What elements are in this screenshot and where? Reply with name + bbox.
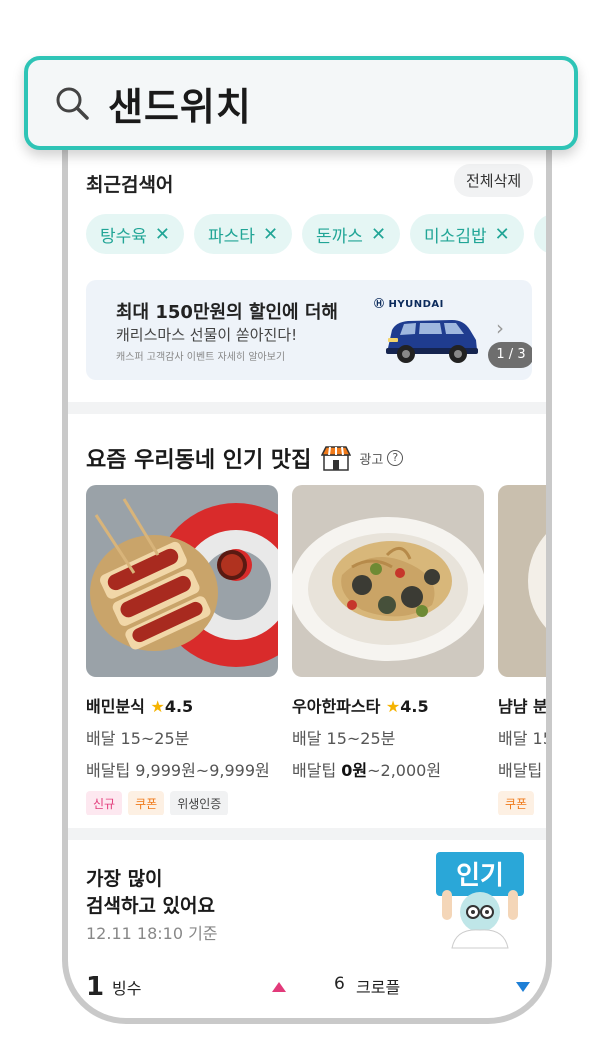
banner-page-indicator: 1 / 3 (488, 342, 532, 368)
rank-number: 6 (334, 974, 345, 994)
brand-logo: Ⓗ HYUNDAI (374, 299, 444, 310)
ad-label: 광고 (359, 452, 384, 468)
star-icon: ★ (150, 697, 165, 716)
badge-list: 신규 쿠폰 위생인증 (86, 791, 278, 815)
delivery-time: 배달 15~25분 (86, 729, 190, 748)
badge-hygiene: 위생인증 (170, 791, 229, 815)
screen: 최근검색어 전체삭제 탕수육✕ 파스타✕ 돈까스✕ 미소김밥✕ 마 최대 150… (68, 92, 546, 1018)
badge-new: 신규 (86, 791, 123, 815)
section-divider (68, 828, 546, 840)
delivery-time: 배달 15 (498, 729, 546, 748)
restaurant-image (292, 485, 484, 677)
section-divider (68, 402, 546, 414)
search-icon (56, 87, 89, 120)
badge-list: 쿠폰 (498, 791, 546, 815)
close-icon[interactable]: ✕ (495, 224, 510, 245)
delivery-tip: 배달팁 0원~2,000원 (292, 761, 442, 780)
rank-keyword[interactable]: 빙수 (112, 975, 141, 999)
restaurant-name: 냠냠 분 (498, 697, 546, 716)
svg-text:인기: 인기 (456, 861, 504, 891)
restaurant-card[interactable]: 우아한파스타 ★4.5 배달 15~25분 배달팁 0원~2,000원 (292, 485, 484, 781)
close-icon[interactable]: ✕ (371, 224, 386, 245)
recent-searches-title: 최근검색어 (86, 174, 174, 196)
phone-frame: 최근검색어 전체삭제 탕수육✕ 파스타✕ 돈까스✕ 미소김밥✕ 마 최대 150… (62, 92, 552, 1024)
recent-chip[interactable]: 파스타 ✕ (194, 214, 293, 254)
trending-timestamp: 12.11 18:10 기준 (86, 924, 218, 943)
recent-search-chips: 탕수육✕ 파스타✕ 돈까스✕ 미소김밥✕ 마 (86, 214, 546, 254)
rank-down-icon (516, 982, 530, 992)
restaurant-name: 배민분식 ★4.5 (86, 697, 194, 716)
rank-up-icon (272, 982, 286, 992)
delivery-time: 배달 15~25분 (292, 729, 396, 748)
restaurant-card[interactable]: 배민분식 ★4.5 배달 15~25분 배달팁 9,999원~9,999원 신규… (86, 485, 278, 815)
popular-mascot-illustration: 인기 (436, 852, 524, 949)
promo-banner[interactable]: 최대 150만원의 할인에 더해 캐리스마스 선물이 쏟아진다! 캐스퍼 고객감… (86, 280, 532, 380)
recent-chip[interactable]: 마 (533, 214, 546, 254)
delete-all-button[interactable]: 전체삭제 (454, 164, 534, 197)
restaurant-card[interactable]: 냠냠 분 배달 15 배달팁 쿠폰 (498, 485, 546, 815)
restaurant-name: 우아한파스타 ★4.5 (292, 697, 429, 716)
close-icon[interactable]: ✕ (155, 224, 170, 245)
rank-keyword[interactable]: 크로플 (356, 974, 400, 998)
restaurant-image (86, 485, 278, 677)
banner-title: 최대 150만원의 할인에 더해 (116, 302, 338, 323)
star-icon: ★ (385, 697, 401, 716)
store-icon (321, 446, 352, 471)
badge-coupon: 쿠폰 (498, 791, 535, 815)
restaurant-image (498, 485, 546, 677)
banner-note: 캐스퍼 고객감사 이벤트 자세히 알아보기 (116, 352, 286, 363)
banner-subtitle: 캐리스마스 선물이 쏟아진다! (116, 326, 298, 344)
chevron-right-icon[interactable]: › (496, 316, 504, 340)
delivery-tip: 배달팁 9,999원~9,999원 (86, 761, 270, 780)
trending-title: 가장 많이 검색하고 있어요 (86, 868, 215, 917)
recent-chip[interactable]: 탕수육 ✕ (86, 214, 185, 254)
delivery-tip: 배달팁 (498, 761, 543, 780)
badge-coupon: 쿠폰 (128, 791, 165, 815)
popular-section-title: 요즘 우리동네 인기 맛집 광고 ? (86, 442, 404, 474)
trending-rank-row: 1 빙수 6 크로플 (86, 972, 530, 1002)
search-bar[interactable]: 샌드위치 (24, 56, 578, 150)
search-input[interactable]: 샌드위치 (108, 76, 252, 131)
help-icon[interactable]: ? (387, 450, 404, 466)
recent-chip[interactable]: 미소김밥 ✕ (410, 214, 524, 254)
recent-chip[interactable]: 돈까스 ✕ (302, 214, 401, 254)
car-image (386, 320, 478, 363)
close-icon[interactable]: ✕ (263, 224, 278, 245)
restaurant-carousel: 배민분식 ★4.5 배달 15~25분 배달팁 9,999원~9,999원 신규… (86, 485, 546, 815)
rank-number: 1 (86, 972, 105, 1002)
